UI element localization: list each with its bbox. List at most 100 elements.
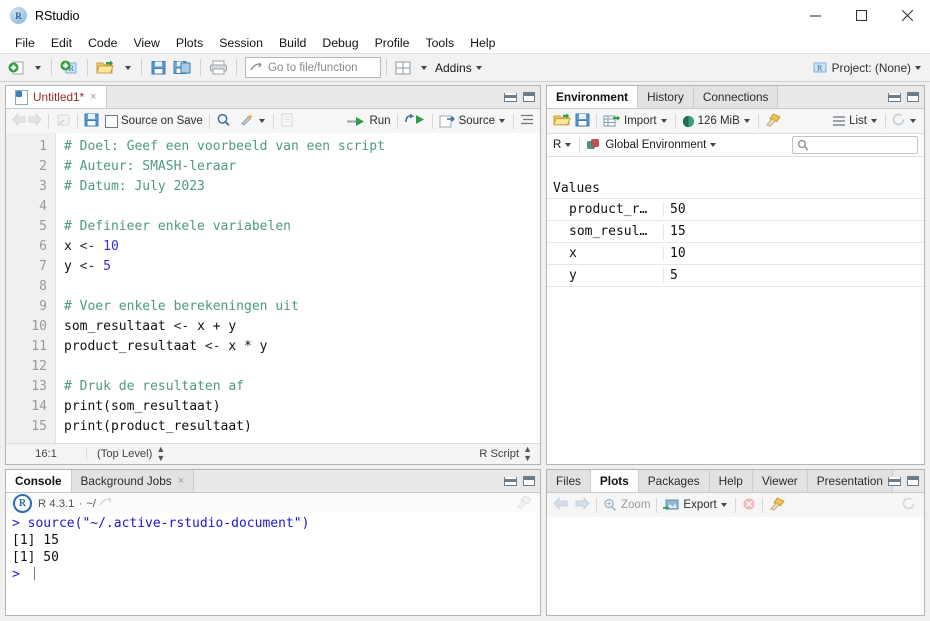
view-mode-dropdown[interactable] — [871, 119, 877, 123]
back-arrow-icon[interactable] — [12, 112, 27, 129]
panes-dropdown[interactable] — [414, 57, 432, 78]
refresh-icon[interactable] — [892, 113, 906, 129]
import-dataset-button[interactable]: Import — [603, 114, 669, 128]
menu-profile[interactable]: Profile — [367, 34, 418, 52]
import-dropdown[interactable] — [660, 119, 667, 123]
document-outline-icon[interactable] — [520, 113, 534, 129]
save-icon[interactable] — [147, 57, 170, 78]
document-type-selector[interactable]: R Script ▲ ▼ — [479, 445, 532, 463]
table-row[interactable]: y5 — [547, 264, 924, 287]
clear-console-icon[interactable] — [516, 495, 533, 512]
environment-dropdown[interactable] — [710, 143, 717, 147]
tab-viewer[interactable]: Viewer — [752, 470, 808, 492]
show-in-new-window-icon[interactable] — [55, 113, 71, 130]
project-selector[interactable]: R Project: (None) — [812, 60, 923, 75]
export-plot-button[interactable]: Export — [663, 498, 728, 512]
new-file-dropdown[interactable] — [28, 57, 46, 78]
table-row[interactable]: som_resul… 15 — [547, 220, 924, 242]
open-folder-dropdown[interactable] — [118, 57, 136, 78]
save-workspace-icon[interactable] — [575, 113, 590, 130]
export-dropdown[interactable] — [720, 503, 727, 507]
console-output[interactable]: > source("~/.active-rstudio-document") [1… — [6, 513, 540, 615]
source-dropdown[interactable] — [499, 119, 505, 123]
tab-plots[interactable]: Plots — [590, 470, 639, 492]
run-button[interactable]: Run — [346, 115, 391, 128]
clear-objects-icon[interactable] — [765, 112, 782, 130]
table-row[interactable]: product_r… 50 — [547, 198, 924, 220]
tab-files[interactable]: Files — [547, 470, 591, 492]
menu-code[interactable]: Code — [80, 34, 125, 52]
remove-plot-icon[interactable] — [742, 497, 756, 514]
menu-view[interactable]: View — [125, 34, 167, 52]
maximize-pane-icon[interactable] — [907, 476, 919, 486]
language-dropdown[interactable] — [565, 143, 572, 147]
code-text-area[interactable]: # Doel: Geef een voorbeeld van een scrip… — [56, 133, 540, 443]
print-icon[interactable] — [206, 57, 231, 78]
tab-console[interactable]: Console — [6, 470, 72, 492]
open-workspace-icon[interactable] — [553, 112, 571, 130]
close-icon[interactable]: × — [178, 475, 184, 487]
tab-packages[interactable]: Packages — [638, 470, 710, 492]
magnifier-icon[interactable] — [216, 113, 231, 130]
forward-arrow-icon[interactable] — [574, 496, 590, 513]
maximize-pane-icon[interactable] — [523, 92, 535, 102]
memory-usage-button[interactable]: 126 MiB — [682, 115, 752, 128]
zoom-plot-button[interactable]: Zoom — [603, 498, 650, 512]
refresh-icon[interactable] — [902, 497, 916, 513]
open-folder-icon[interactable] — [93, 57, 118, 78]
menu-debug[interactable]: Debug — [314, 34, 366, 52]
compile-report-icon[interactable] — [280, 113, 294, 130]
tab-help[interactable]: Help — [709, 470, 753, 492]
menu-session[interactable]: Session — [211, 34, 271, 52]
save-icon[interactable] — [84, 113, 99, 130]
view-mode-button[interactable]: List — [832, 115, 879, 127]
menu-file[interactable]: File — [7, 34, 43, 52]
addins-button[interactable]: Addins — [432, 57, 487, 78]
global-environment-selector[interactable]: Global Environment — [586, 138, 718, 152]
menu-tools[interactable]: Tools — [417, 34, 462, 52]
maximize-pane-icon[interactable] — [523, 476, 535, 486]
forward-arrow-icon[interactable] — [27, 112, 42, 129]
minimize-pane-icon[interactable] — [888, 476, 901, 486]
new-file-icon[interactable] — [5, 57, 28, 78]
code-tools-dropdown[interactable] — [258, 119, 265, 123]
environment-search-input[interactable] — [792, 136, 918, 154]
source-button[interactable]: Source — [439, 115, 507, 128]
open-in-window-icon[interactable] — [99, 496, 113, 511]
menu-plots[interactable]: Plots — [168, 34, 211, 52]
minimize-pane-icon[interactable] — [888, 92, 901, 102]
close-icon[interactable] — [884, 0, 930, 31]
maximize-icon[interactable] — [838, 0, 884, 31]
clear-all-plots-icon[interactable] — [769, 496, 786, 514]
tab-background-jobs[interactable]: Background Jobs × — [71, 470, 195, 492]
menu-build[interactable]: Build — [271, 34, 314, 52]
source-on-save-checkbox[interactable]: Source on Save — [105, 114, 203, 128]
new-project-icon[interactable]: R — [57, 57, 82, 78]
menu-edit[interactable]: Edit — [43, 34, 80, 52]
menu-help[interactable]: Help — [462, 34, 503, 52]
scope-selector[interactable]: (Top Level) ▲ ▼ — [87, 445, 165, 463]
back-arrow-icon[interactable] — [553, 496, 569, 513]
table-row[interactable]: x 10 — [547, 242, 924, 264]
minimize-icon[interactable] — [792, 0, 838, 31]
minimize-pane-icon[interactable] — [504, 476, 517, 486]
search-input[interactable]: Go to file/function — [245, 57, 381, 78]
save-all-icon[interactable] — [170, 57, 195, 78]
close-icon[interactable]: × — [90, 91, 96, 103]
maximize-pane-icon[interactable] — [907, 92, 919, 102]
tab-connections[interactable]: Connections — [693, 86, 779, 108]
rerun-icon[interactable] — [404, 113, 426, 129]
workspace-panes-icon[interactable] — [392, 57, 414, 78]
source-tab-untitled1[interactable]: Untitled1* × — [6, 86, 107, 108]
language-selector[interactable]: R — [553, 139, 573, 151]
code-editor[interactable]: 1 2 3 4 5 6 7 8 9 10 11 12 13 14 15 # Doel: Geef een v… — [6, 133, 540, 443]
minimize-pane-icon[interactable] — [504, 92, 517, 102]
object-name: product_r… — [547, 202, 664, 217]
working-directory-label[interactable]: ~/ — [86, 498, 96, 510]
memory-dropdown[interactable] — [743, 119, 750, 123]
tab-history[interactable]: History — [638, 86, 694, 108]
code-tools-icon[interactable] — [239, 113, 255, 130]
tab-environment[interactable]: Environment — [547, 86, 639, 108]
tab-presentation[interactable]: Presentation — [807, 470, 893, 492]
refresh-dropdown[interactable] — [910, 119, 916, 123]
